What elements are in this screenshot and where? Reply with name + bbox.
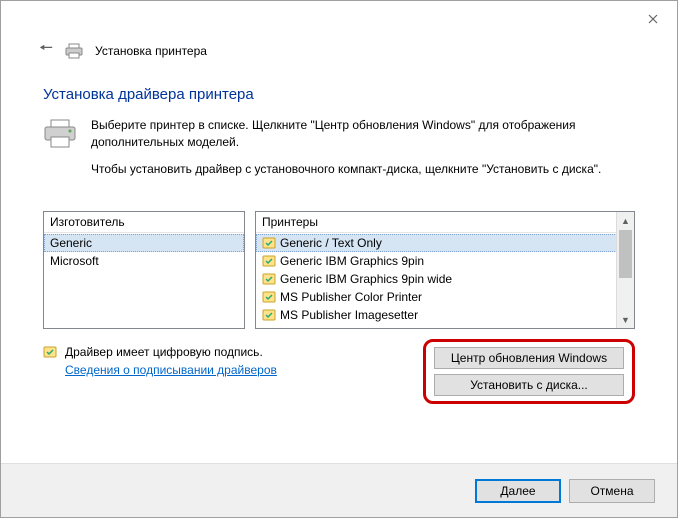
highlighted-buttons: Центр обновления Windows Установить с ди… xyxy=(423,339,635,404)
windows-update-button[interactable]: Центр обновления Windows xyxy=(434,347,624,369)
list-item-label: Generic / Text Only xyxy=(280,236,382,250)
signature-text: Драйвер имеет цифровую подпись. xyxy=(65,345,263,359)
signed-driver-icon xyxy=(262,272,276,286)
list-item-label: MS Publisher Imagesetter xyxy=(280,308,418,322)
wizard-label: Установка принтера xyxy=(95,44,207,58)
signed-driver-icon xyxy=(43,345,57,359)
printer-icon xyxy=(65,43,83,59)
list-item-label: MS Publisher Color Printer xyxy=(280,290,422,304)
titlebar xyxy=(1,1,677,37)
scrollbar-thumb[interactable] xyxy=(619,230,632,278)
list-item[interactable]: MS Publisher Color Printer xyxy=(256,288,617,306)
info-line-2: Чтобы установить драйвер с установочного… xyxy=(91,161,635,178)
cancel-button[interactable]: Отмена xyxy=(569,479,655,503)
list-item-label: Microsoft xyxy=(50,254,99,268)
list-item[interactable]: Generic xyxy=(44,234,244,252)
info-line-1: Выберите принтер в списке. Щелкните "Цен… xyxy=(91,117,635,151)
footer: Далее Отмена xyxy=(1,463,677,517)
list-item-label: Generic xyxy=(50,236,92,250)
header-line: 🠔 Установка принтера xyxy=(39,37,635,64)
signature-row: Драйвер имеет цифровую подпись. Сведения… xyxy=(43,345,635,404)
add-printer-wizard-dialog: 🠔 Установка принтера Установка драйвера … xyxy=(0,0,678,518)
list-item[interactable]: Generic IBM Graphics 9pin wide xyxy=(256,270,617,288)
signed-driver-icon xyxy=(262,308,276,322)
signed-driver-icon xyxy=(262,290,276,304)
signing-info-link[interactable]: Сведения о подписывании драйверов xyxy=(65,363,277,377)
install-from-disk-button[interactable]: Установить с диска... xyxy=(434,374,624,396)
signed-driver-icon xyxy=(262,254,276,268)
printers-listbox[interactable]: Принтеры Generic / Text Only Generic IBM… xyxy=(255,211,635,329)
signed-driver-icon xyxy=(262,236,276,250)
next-button[interactable]: Далее xyxy=(475,479,561,503)
printers-list-body: Generic / Text Only Generic IBM Graphics… xyxy=(256,234,617,328)
signature-info: Драйвер имеет цифровую подпись. Сведения… xyxy=(43,345,413,377)
list-item-label: Generic IBM Graphics 9pin wide xyxy=(280,272,452,286)
printer-large-icon xyxy=(43,119,77,149)
manufacturer-list-body: Generic Microsoft xyxy=(44,234,244,328)
back-arrow-icon[interactable]: 🠔 xyxy=(39,37,53,64)
close-icon xyxy=(648,14,658,24)
list-item[interactable]: Generic / Text Only xyxy=(256,234,617,252)
manufacturer-listbox[interactable]: Изготовитель Generic Microsoft xyxy=(43,211,245,329)
list-item[interactable]: Microsoft xyxy=(44,252,244,270)
page-title: Установка драйвера принтера xyxy=(43,86,635,103)
printers-header: Принтеры xyxy=(256,212,634,233)
manufacturer-header: Изготовитель xyxy=(44,212,244,233)
list-item[interactable]: MS Publisher Imagesetter xyxy=(256,306,617,324)
list-item-label: Generic IBM Graphics 9pin xyxy=(280,254,424,268)
lists-row: Изготовитель Generic Microsoft Принтеры xyxy=(43,211,635,329)
scrollbar[interactable]: ▲ ▼ xyxy=(616,212,634,328)
scroll-up-icon[interactable]: ▲ xyxy=(617,212,634,229)
info-block: Выберите принтер в списке. Щелкните "Цен… xyxy=(43,117,635,187)
info-text: Выберите принтер в списке. Щелкните "Цен… xyxy=(91,117,635,187)
list-item[interactable]: Generic IBM Graphics 9pin xyxy=(256,252,617,270)
content-area: 🠔 Установка принтера Установка драйвера … xyxy=(43,37,635,447)
close-button[interactable] xyxy=(633,5,673,33)
scroll-down-icon[interactable]: ▼ xyxy=(617,311,634,328)
